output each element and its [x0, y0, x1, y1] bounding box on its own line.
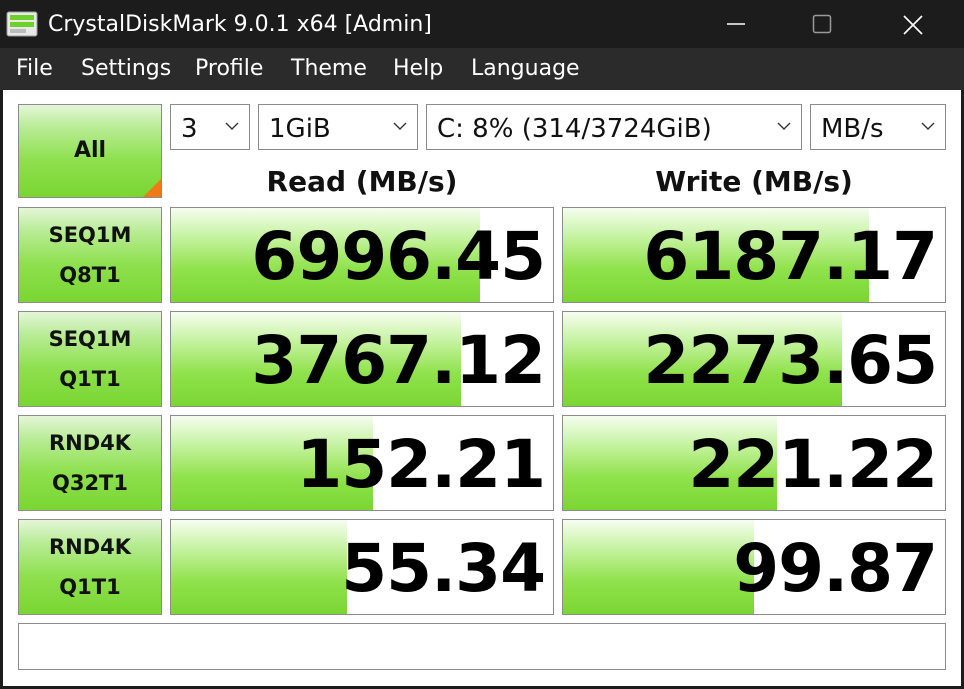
menu-theme[interactable]: Theme	[291, 56, 367, 82]
minimize-button[interactable]	[696, 0, 776, 48]
test-count-value: 3	[181, 114, 198, 144]
read-value: 55.34	[341, 530, 546, 607]
test-size-value: 1GiB	[269, 114, 331, 144]
maximize-button[interactable]	[782, 0, 862, 48]
menu-file[interactable]: File	[16, 56, 53, 82]
test-size-select[interactable]: 1GiB	[258, 104, 418, 150]
drive-value: C: 8% (314/3724GiB)	[437, 114, 712, 144]
write-bar	[563, 520, 754, 614]
menu-language[interactable]: Language	[471, 56, 580, 82]
run-all-button[interactable]: All	[18, 104, 162, 198]
test-name: SEQ1M	[48, 223, 132, 247]
app-icon	[6, 10, 38, 38]
test-params: Q1T1	[59, 367, 121, 391]
result-read-rnd4k-q32t1: 152.21	[170, 415, 554, 511]
main-panel: All 3 1GiB C: 8% (314/3724GiB) MB/s Read…	[3, 90, 961, 686]
comment-input[interactable]	[18, 623, 946, 670]
test-params: Q1T1	[59, 575, 121, 599]
test-name: RND4K	[48, 431, 132, 455]
test-rnd4k-q32t1-button[interactable]: RND4K Q32T1	[18, 415, 162, 511]
menu-profile[interactable]: Profile	[195, 56, 263, 82]
window-title: CrystalDiskMark 9.0.1 x64 [Admin]	[48, 12, 432, 37]
title-bar: CrystalDiskMark 9.0.1 x64 [Admin]	[0, 0, 964, 48]
unit-value: MB/s	[821, 114, 884, 144]
write-value: 99.87	[733, 530, 938, 607]
result-write-rnd4k-q32t1: 221.22	[562, 415, 946, 511]
menu-settings[interactable]: Settings	[81, 56, 171, 82]
write-value: 6187.17	[643, 218, 938, 295]
result-read-seq1m-q8t1: 6996.45	[170, 207, 554, 303]
close-button[interactable]	[872, 0, 952, 48]
chevron-down-icon	[225, 122, 239, 130]
read-value: 152.21	[296, 426, 546, 503]
read-bar	[171, 520, 347, 614]
read-value: 3767.12	[251, 322, 546, 399]
result-write-seq1m-q1t1: 2273.65	[562, 311, 946, 407]
result-read-rnd4k-q1t1: 55.34	[170, 519, 554, 615]
test-seq1m-q1t1-button[interactable]: SEQ1M Q1T1	[18, 311, 162, 407]
chevron-down-icon	[777, 122, 791, 130]
result-read-seq1m-q1t1: 3767.12	[170, 311, 554, 407]
test-params: Q32T1	[51, 471, 128, 495]
result-write-rnd4k-q1t1: 99.87	[562, 519, 946, 615]
minimize-icon	[727, 23, 745, 25]
drive-select[interactable]: C: 8% (314/3724GiB)	[426, 104, 802, 150]
menu-bar: File Settings Profile Theme Help Languag…	[0, 48, 964, 90]
read-header: Read (MB/s)	[266, 165, 458, 198]
run-all-label: All	[73, 138, 107, 163]
test-name: SEQ1M	[48, 327, 132, 351]
corner-indicator	[143, 179, 161, 197]
unit-select[interactable]: MB/s	[810, 104, 946, 150]
write-header: Write (MB/s)	[655, 165, 853, 198]
test-params: Q8T1	[59, 263, 121, 287]
test-name: RND4K	[48, 535, 132, 559]
write-value: 221.22	[688, 426, 938, 503]
read-value: 6996.45	[251, 218, 546, 295]
test-count-select[interactable]: 3	[170, 104, 250, 150]
close-icon	[903, 15, 923, 35]
result-write-seq1m-q8t1: 6187.17	[562, 207, 946, 303]
test-rnd4k-q1t1-button[interactable]: RND4K Q1T1	[18, 519, 162, 615]
chevron-down-icon	[393, 122, 407, 130]
write-value: 2273.65	[643, 322, 938, 399]
test-seq1m-q8t1-button[interactable]: SEQ1M Q8T1	[18, 207, 162, 303]
maximize-icon	[812, 14, 832, 34]
chevron-down-icon	[921, 122, 935, 130]
menu-help[interactable]: Help	[393, 56, 443, 82]
